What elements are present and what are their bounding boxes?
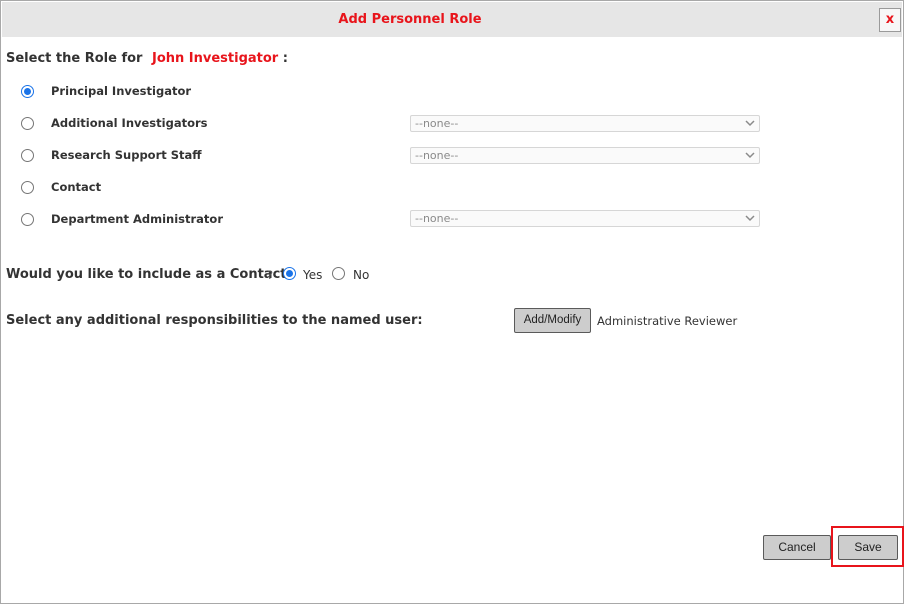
chevron-down-icon: [745, 215, 755, 222]
select-role-label: Select the Role for: [6, 51, 143, 66]
chevron-down-icon: [745, 120, 755, 127]
add-personnel-role-dialog: Add Personnel Role x Select the Role for…: [0, 0, 904, 604]
add-modify-button[interactable]: Add/Modify: [514, 308, 591, 333]
save-button[interactable]: Save: [838, 535, 898, 560]
dialog-titlebar: Add Personnel Role x: [2, 2, 902, 37]
chevron-down-icon: [745, 152, 755, 159]
radio-contact[interactable]: [21, 181, 34, 194]
role-label-research-support-staff: Research Support Staff: [51, 148, 202, 162]
close-button[interactable]: x: [879, 8, 901, 32]
department-administrator-select[interactable]: --none--: [410, 210, 760, 227]
radio-contact-no[interactable]: [332, 267, 345, 280]
role-label-department-administrator: Department Administrator: [51, 212, 224, 226]
radio-principal-investigator[interactable]: [21, 85, 34, 98]
contact-question: Would you like to include as a Contact: [6, 267, 287, 282]
radio-department-administrator[interactable]: [21, 213, 34, 226]
contact-no-label: No: [353, 268, 370, 282]
dialog-title: Add Personnel Role: [338, 12, 482, 27]
responsibility-value: Administrative Reviewer: [597, 314, 738, 328]
contact-yes-label: Yes: [303, 268, 323, 282]
role-label-contact: Contact: [51, 180, 102, 194]
select-role-prompt: Select the Role for John Investigator :: [6, 51, 288, 66]
radio-contact-yes[interactable]: [283, 267, 296, 280]
department-administrator-select-value: --none--: [415, 212, 459, 225]
person-name: John Investigator: [151, 51, 279, 66]
responsibilities-label: Select any additional responsibilities t…: [6, 313, 423, 328]
select-role-colon: :: [282, 51, 288, 66]
role-label-principal-investigator: Principal Investigator: [51, 84, 192, 98]
contact-question-mark: ?: [267, 268, 274, 282]
radio-additional-investigators[interactable]: [21, 117, 34, 130]
research-support-staff-select-value: --none--: [415, 149, 459, 162]
additional-investigators-select-value: --none--: [415, 117, 459, 130]
role-label-additional-investigators: Additional Investigators: [51, 116, 208, 130]
cancel-button[interactable]: Cancel: [763, 535, 831, 560]
research-support-staff-select[interactable]: --none--: [410, 147, 760, 164]
radio-research-support-staff[interactable]: [21, 149, 34, 162]
additional-investigators-select[interactable]: --none--: [410, 115, 760, 132]
